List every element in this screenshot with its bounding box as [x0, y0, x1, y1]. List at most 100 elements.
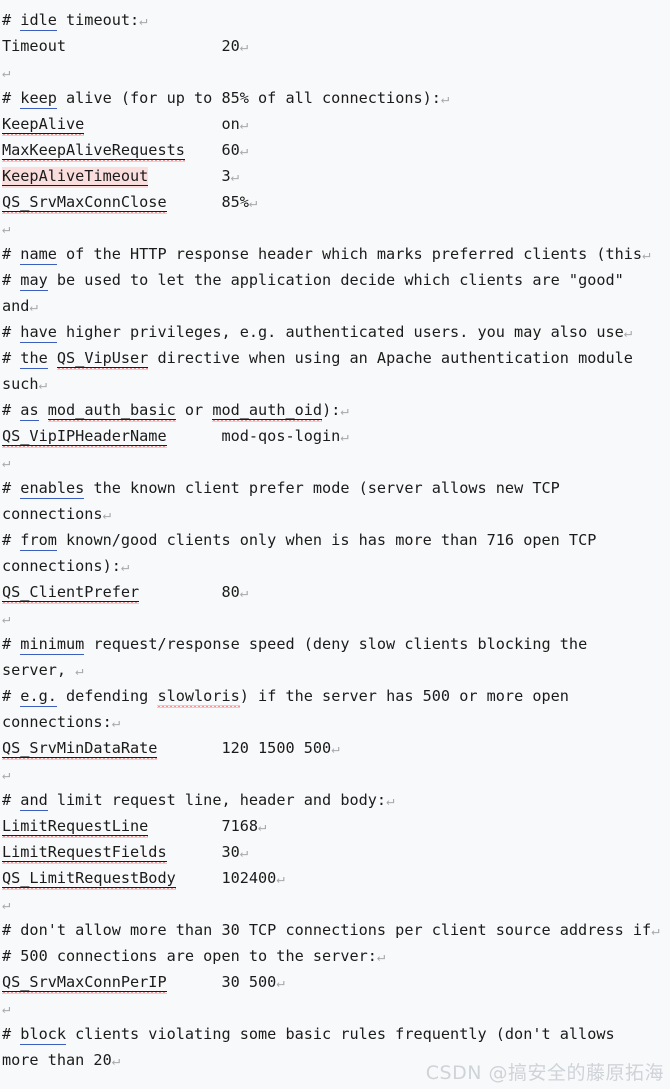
- text-run: connections: [2, 505, 103, 523]
- text-run: #: [2, 401, 21, 419]
- carriage-return-mark: ↵: [239, 117, 249, 133]
- text-run: # don't allow more than 30 TCP connectio…: [2, 921, 652, 939]
- word-misspelled: slowloris: [157, 687, 240, 708]
- text-document-canvas[interactable]: ↵# idle timeout:↵Timeout 20↵↵# keep aliv…: [0, 0, 670, 1089]
- comment-keyword-link[interactable]: idle: [20, 11, 57, 31]
- comment-keyword-link[interactable]: minimum: [20, 635, 85, 655]
- directive-name-misspelled: LimitRequestLine: [2, 817, 149, 838]
- text-run: #: [2, 89, 21, 107]
- text-run: #: [2, 791, 21, 809]
- comment-line: # keep alive (for up to 85% of all conne…: [2, 85, 668, 111]
- text-run: server,: [2, 661, 76, 679]
- carriage-return-mark: ↵: [642, 247, 651, 263]
- text-run: 120 1500 500: [157, 739, 332, 757]
- comment-keyword-link[interactable]: keep: [20, 89, 57, 109]
- carriage-return-mark: ↵: [623, 325, 633, 341]
- comment-line: # name of the HTTP response header which…: [2, 241, 668, 267]
- comment-keyword-link[interactable]: may: [20, 271, 48, 291]
- text-run: #: [2, 479, 21, 497]
- comment-line: # e.g. defending slowloris) if the serve…: [2, 683, 668, 709]
- blank-line: ↵: [2, 59, 668, 85]
- carriage-return-mark: ↵: [340, 429, 349, 445]
- carriage-return-mark: ↵: [111, 1053, 121, 1069]
- comment-line: # may be used to let the application dec…: [2, 267, 668, 293]
- comment-keyword-link[interactable]: block: [20, 1025, 67, 1045]
- text-run: [48, 349, 57, 367]
- comment-line: # have higher privileges, e.g. authentic…: [2, 319, 668, 345]
- comment-keyword-link[interactable]: e.g.: [20, 687, 57, 707]
- blank-line: ↵: [2, 995, 668, 1021]
- directive-name-misspelled: QS_SrvMaxConnPerIP: [2, 973, 167, 994]
- text-run: 30 500: [166, 973, 277, 991]
- comment-line: # minimum request/response speed (deny s…: [2, 631, 668, 657]
- directive-name-misspelled: QS_ClientPrefer: [2, 583, 140, 604]
- directive-name-misspelled: mod_auth_basic: [47, 401, 176, 422]
- text-run: timeout:: [56, 11, 140, 29]
- blank-line: ↵: [2, 449, 668, 475]
- blank-line: ↵: [2, 891, 668, 917]
- text-run: connections:: [2, 713, 112, 731]
- text-run: defending: [56, 687, 158, 705]
- comment-wrapped-line: such↵: [2, 371, 668, 397]
- directive-name-misspelled: mod_auth_oid: [212, 401, 323, 422]
- comment-wrapped-line: more than 20↵: [2, 1047, 668, 1073]
- config-directive-line: MaxKeepAliveRequests 60↵: [2, 137, 668, 163]
- comment-wrapped-line: connections:↵: [2, 709, 668, 735]
- blank-line: ↵: [2, 761, 668, 787]
- text-run: such: [2, 375, 39, 393]
- config-directive-line: Timeout 20↵: [2, 33, 668, 59]
- text-run: alive (for up to 85% of all connections)…: [56, 89, 441, 107]
- carriage-return-mark: ↵: [38, 377, 48, 393]
- directive-name-misspelled: KeepAlive: [2, 115, 85, 136]
- directive-name-misspelled: QS_VipIPHeaderName: [2, 427, 167, 448]
- text-run: more than 20: [2, 1051, 112, 1069]
- config-directive-line: KeepAliveTimeout 3↵: [2, 163, 668, 189]
- carriage-return-mark: ↵: [2, 897, 11, 913]
- comment-line: # and limit request line, header and bod…: [2, 787, 668, 813]
- comment-keyword-link[interactable]: name: [20, 245, 57, 265]
- directive-name-misspelled: QS_VipUser: [56, 349, 149, 370]
- text-run: #: [2, 531, 21, 549]
- config-directive-line: QS_ClientPrefer 80↵: [2, 579, 668, 605]
- carriage-return-mark: ↵: [376, 949, 386, 965]
- text-run: directive when using an Apache authentic…: [148, 349, 633, 367]
- carriage-return-mark: ↵: [102, 507, 112, 523]
- comment-keyword-link[interactable]: from: [20, 531, 57, 551]
- config-directive-line: QS_SrvMaxConnClose 85%↵: [2, 189, 668, 215]
- comment-keyword-link[interactable]: have: [20, 323, 57, 343]
- comment-wrapped-line: server, ↵: [2, 657, 668, 683]
- text-run: #: [2, 635, 21, 653]
- config-directive-line: KeepAlive on↵: [2, 111, 668, 137]
- comment-line: # from known/good clients only when is h…: [2, 527, 668, 553]
- text-run: mod-qos-login: [166, 427, 341, 445]
- config-directive-line: QS_SrvMaxConnPerIP 30 500↵: [2, 969, 668, 995]
- comment-wrapped-line: connections):↵: [2, 553, 668, 579]
- text-run: ) if the server has 500 or more open: [239, 687, 569, 705]
- text-run: or: [175, 401, 213, 419]
- directive-name-highlighted: KeepAliveTimeout: [2, 167, 149, 188]
- comment-line: # as mod_auth_basic or mod_auth_oid):↵: [2, 397, 668, 423]
- text-run: #: [2, 349, 21, 367]
- text-run: 85%: [166, 193, 249, 211]
- text-run: of the HTTP response header which marks …: [56, 245, 643, 263]
- carriage-return-mark: ↵: [2, 65, 11, 81]
- carriage-return-mark: ↵: [239, 585, 249, 601]
- carriage-return-mark: ↵: [230, 169, 240, 185]
- config-directive-line: QS_SrvMinDataRate 120 1500 500↵: [2, 735, 668, 761]
- text-run: 80: [139, 583, 240, 601]
- config-directive-line: QS_LimitRequestBody 102400↵: [2, 865, 668, 891]
- carriage-return-mark: ↵: [276, 871, 285, 887]
- comment-keyword-link[interactable]: enables: [20, 479, 85, 499]
- carriage-return-mark: ↵: [2, 767, 11, 783]
- comment-keyword-link[interactable]: and: [20, 791, 48, 811]
- comment-keyword-link[interactable]: as: [20, 401, 39, 421]
- text-run: 30: [166, 843, 240, 861]
- directive-name-misspelled: LimitRequestFields: [2, 843, 167, 864]
- text-run: 3: [148, 167, 231, 185]
- text-run: limit request line, header and body:: [47, 791, 387, 809]
- text-run: request/response speed (deny slow client…: [84, 635, 588, 653]
- config-directive-line: LimitRequestFields 30↵: [2, 839, 668, 865]
- comment-line: # 500 connections are open to the server…: [2, 943, 668, 969]
- comment-keyword-link[interactable]: the: [20, 349, 48, 369]
- carriage-return-mark: ↵: [139, 13, 148, 29]
